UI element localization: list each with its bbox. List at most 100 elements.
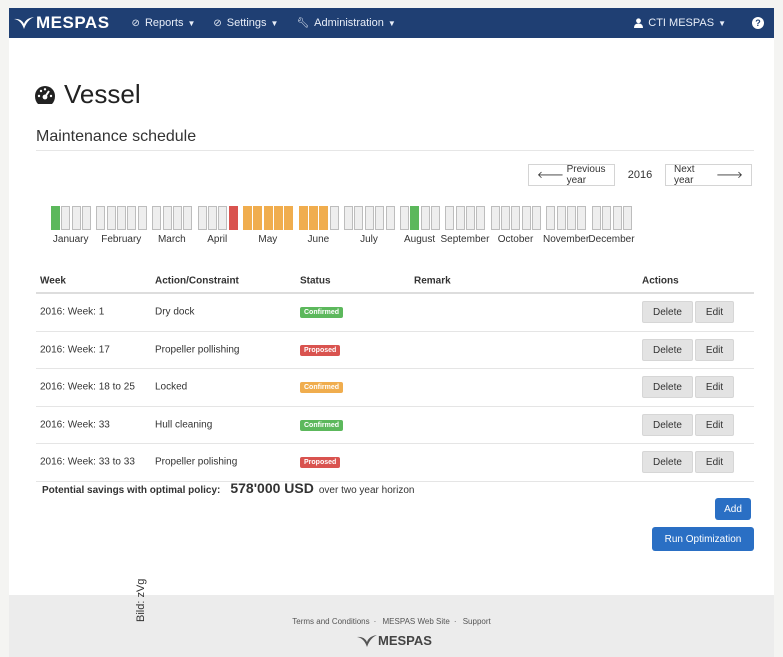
week-cell[interactable]: [385, 206, 395, 230]
week-cell[interactable]: [152, 206, 162, 230]
footer-link-terms[interactable]: Terms and Conditions: [292, 617, 369, 626]
nav-menu-administration[interactable]: 🔧︎ Administration ▼: [296, 17, 395, 29]
row-action: Dry dock: [155, 306, 195, 318]
next-year-button[interactable]: Next year 🡒: [665, 164, 752, 186]
week-cell[interactable]: [344, 206, 354, 230]
week-cell[interactable]: [117, 206, 127, 230]
week-cell[interactable]: [354, 206, 364, 230]
week-cell[interactable]: [207, 206, 217, 230]
edit-button[interactable]: Edit: [694, 413, 735, 436]
week-cell[interactable]: [274, 206, 283, 230]
column-header-action: Action/Constraint: [155, 275, 239, 287]
week-cell[interactable]: [490, 206, 500, 230]
nav-menu-settings[interactable]: ⊘ Settings ▼: [213, 17, 278, 29]
week-cell[interactable]: [622, 206, 632, 230]
delete-button[interactable]: Delete: [642, 338, 693, 361]
week-cell[interactable]: [476, 206, 486, 230]
main-content: Vessel Maintenance schedule 🡐 Previous y…: [9, 38, 774, 595]
help-icon[interactable]: ?: [752, 17, 764, 29]
edit-button[interactable]: Edit: [694, 451, 735, 474]
week-cell[interactable]: [137, 206, 147, 230]
week-cell[interactable]: [591, 206, 601, 230]
edit-button[interactable]: Edit: [694, 338, 735, 361]
week-cell[interactable]: [51, 206, 60, 230]
column-header-status: Status: [300, 275, 331, 287]
run-optimization-button[interactable]: Run Optimization: [652, 527, 754, 551]
month-label: March: [157, 234, 186, 245]
week-cell[interactable]: [82, 206, 92, 230]
week-cell[interactable]: [430, 206, 440, 230]
week-cell[interactable]: [183, 206, 193, 230]
week-cell[interactable]: [445, 206, 455, 230]
nav-menu-reports[interactable]: ⊘ Reports ▼: [132, 17, 196, 29]
status-badge-label: Confirmed: [300, 307, 343, 319]
week-cell[interactable]: [577, 206, 587, 230]
week-cell[interactable]: [284, 206, 294, 230]
week-cell[interactable]: [106, 206, 116, 230]
week-cell[interactable]: [298, 206, 308, 230]
table-row: 2016: Week: 17 Propeller pollishing Propos…: [36, 332, 754, 369]
delete-button[interactable]: Delete: [642, 376, 693, 399]
edit-button[interactable]: Edit: [694, 376, 735, 399]
week-cell[interactable]: [263, 206, 273, 230]
user-menu[interactable]: CTI MESPAS ▼: [634, 17, 726, 29]
week-cell[interactable]: [465, 206, 475, 230]
week-cell[interactable]: [253, 206, 263, 230]
week-cell[interactable]: [420, 206, 430, 230]
delete-button[interactable]: Delete: [642, 451, 693, 474]
week-cell[interactable]: [410, 206, 420, 230]
week-cell[interactable]: [162, 206, 172, 230]
week-cell[interactable]: [71, 206, 81, 230]
week-cell[interactable]: [172, 206, 182, 230]
week-cell[interactable]: [399, 206, 409, 230]
user-icon: [634, 18, 644, 28]
status-badge: Confirmed: [300, 306, 343, 319]
row-week: 2016: Week: 33 to 33: [40, 456, 135, 468]
footer-link-website[interactable]: MESPAS Web Site: [383, 617, 450, 626]
nav-menu-label: Administration: [314, 17, 384, 29]
delete-button[interactable]: Delete: [642, 301, 693, 324]
status-badge-label: Proposed: [300, 457, 341, 469]
year-navigation: 🡐 Previous year 2016 Next year 🡒: [528, 164, 752, 186]
row-actions: Delete Edit: [642, 338, 736, 361]
week-cell[interactable]: [501, 206, 510, 230]
week-cell[interactable]: [612, 206, 622, 230]
week-cell[interactable]: [61, 206, 71, 230]
dashboard-icon: ⊘: [213, 17, 222, 29]
edit-button[interactable]: Edit: [694, 301, 735, 324]
week-cell[interactable]: [375, 206, 385, 230]
week-cell[interactable]: [197, 206, 207, 230]
week-cell[interactable]: [546, 206, 556, 230]
row-action: Locked: [155, 381, 188, 393]
week-cell[interactable]: [96, 206, 106, 230]
week-cell[interactable]: [364, 206, 374, 230]
row-week: 2016: Week: 17: [40, 344, 110, 356]
brand-logo[interactable]: MESPAS: [13, 13, 110, 33]
week-cell[interactable]: [567, 206, 577, 230]
week-cell[interactable]: [309, 206, 319, 230]
footer-links: Terms and Conditions · MESPAS Web Site · S…: [292, 617, 491, 626]
week-cell[interactable]: [228, 206, 238, 230]
week-cell[interactable]: [556, 206, 566, 230]
status-badge: Proposed: [300, 456, 341, 469]
savings-suffix: over two year horizon: [318, 485, 415, 496]
week-cell[interactable]: [329, 206, 339, 230]
week-cell[interactable]: [521, 206, 531, 230]
table-row: 2016: Week: 33 Hull cleaning Confirmed Dele…: [36, 407, 754, 444]
delete-button[interactable]: Delete: [642, 413, 693, 436]
week-cell[interactable]: [532, 206, 542, 230]
week-cell[interactable]: [319, 206, 329, 230]
week-cell[interactable]: [511, 206, 521, 230]
week-cell[interactable]: [602, 206, 612, 230]
previous-year-button[interactable]: 🡐 Previous year: [528, 164, 615, 186]
caret-down-icon: ▼: [187, 18, 196, 28]
caret-down-icon: ▼: [718, 18, 726, 28]
week-cell[interactable]: [218, 206, 228, 230]
week-cell[interactable]: [455, 206, 465, 230]
footer-link-support[interactable]: Support: [463, 617, 491, 626]
month-label: February: [101, 234, 142, 245]
add-button[interactable]: Add: [715, 498, 751, 520]
page-title-text: Vessel: [64, 79, 141, 109]
week-cell[interactable]: [242, 206, 252, 230]
week-cell[interactable]: [127, 206, 137, 230]
